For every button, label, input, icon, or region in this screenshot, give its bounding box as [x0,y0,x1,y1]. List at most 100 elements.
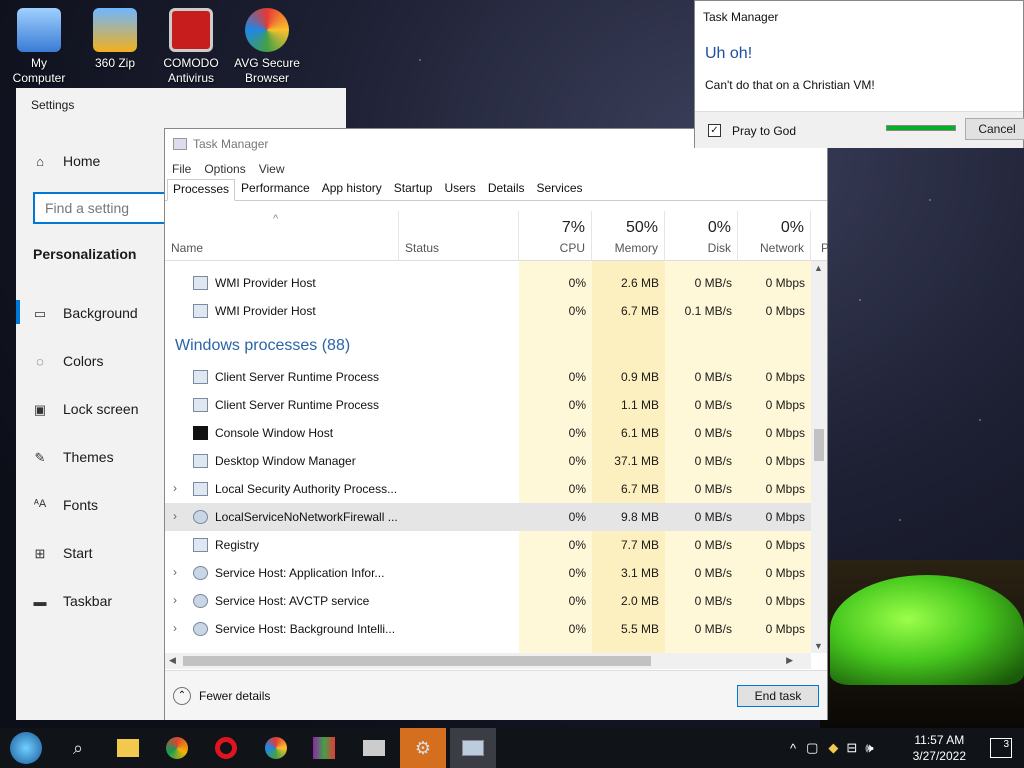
network-icon[interactable]: ⊟ [846,740,857,756]
process-name: Local Security Authority Process... [215,482,398,496]
process-mem-value: 3.1 MB [620,566,659,580]
volume-icon[interactable]: 🕪 [865,740,873,756]
desktop-icon-comodo[interactable]: COMODO Antivirus [152,8,230,86]
process-disk-value: 0 MB/s [694,538,732,552]
desktop-icon-360zip[interactable]: 360 Zip [76,8,154,71]
process-name: Service Host: AVCTP service [215,594,370,608]
expand-chevron-icon[interactable]: › [173,509,177,523]
task-manager-window: Task Manager File Options View Processes… [164,128,829,720]
expand-chevron-icon[interactable]: › [173,565,177,579]
wallpaper-tent [830,575,1024,685]
start-orb-icon [10,732,42,764]
tab-processes[interactable]: Processes [167,179,236,201]
horizontal-scrollbar[interactable]: ◀ ▶ [165,653,811,669]
tray-security-icon[interactable]: ◆ [828,740,838,756]
col-disk[interactable]: 0% Disk [665,211,738,261]
search-button[interactable]: ⌕ [58,732,98,764]
scroll-left-icon[interactable]: ◀ [169,655,176,666]
process-net-value: 0 Mbps [765,622,805,636]
table-row[interactable]: Console Window Host 0% 6.1 MB 0 MB/s 0 Mbps [165,419,811,447]
settings-item-lock-screen[interactable]: ▣ Lock screen [32,396,139,422]
settings-item-themes[interactable]: ✎ Themes [32,444,114,470]
pray-checkbox-label[interactable]: Pray to God [732,124,796,138]
table-row[interactable]: › Service Host: Application Infor... 0% 3.1… [165,559,811,587]
table-row[interactable]: › LocalServiceNoNetworkFirewall ... 0% 9.8 … [165,503,811,531]
hscroll-thumb[interactable] [183,656,651,666]
table-row[interactable]: WMI Provider Host 0% 2.6 MB 0 MB/s 0 Mbps [165,269,811,297]
settings-item-start[interactable]: ⊞ Start [32,540,93,566]
opera-icon [215,737,237,759]
table-row[interactable]: Registry 0% 7.7 MB 0 MB/s 0 Mbps [165,531,811,559]
tab-startup[interactable]: Startup [388,178,439,200]
scroll-up-icon[interactable]: ▲ [814,263,823,273]
picture-icon: ▭ [33,306,47,321]
taskbar-avg-browser[interactable] [256,732,296,764]
end-task-button[interactable]: End task [737,685,819,707]
tab-users[interactable]: Users [438,178,481,200]
process-name: Service Host: Application Infor... [215,566,385,580]
service-gear-icon [193,510,208,524]
task-manager-icon [462,740,484,756]
table-row[interactable]: WMI Provider Host 0% 6.7 MB 0.1 MB/s 0 Mbps [165,297,811,325]
table-row[interactable]: Client Server Runtime Process 0% 1.1 MB 0 M… [165,391,811,419]
expand-chevron-icon[interactable]: › [173,481,177,495]
tab-app-history[interactable]: App history [316,178,388,200]
tm-footer: ⌃ Fewer details End task [165,670,827,720]
table-row[interactable]: › Local Security Authority Process... 0% 6.… [165,475,811,503]
fewer-details-button[interactable]: ⌃ Fewer details [173,687,270,705]
taskbar-printer[interactable] [354,732,394,764]
start-button[interactable] [6,732,46,764]
menu-view[interactable]: View [259,162,285,176]
process-mem-value: 1.1 MB [620,398,659,412]
desktop-icon-avg-browser[interactable]: AVG Secure Browser [228,8,306,86]
process-net-value: 0 Mbps [765,566,805,580]
progress-fill [887,126,955,130]
taskbar-chrome[interactable] [157,732,197,764]
process-window-icon [193,304,208,318]
col-cpu[interactable]: 7% CPU [519,211,592,261]
menu-options[interactable]: Options [204,162,245,176]
menu-file[interactable]: File [172,162,191,176]
settings-search-input[interactable]: Find a setting [33,192,183,224]
chevron-up-icon[interactable]: ^ [790,741,796,756]
settings-item-colors[interactable]: ◌ Colors [32,348,103,374]
expand-chevron-icon[interactable]: › [173,621,177,635]
notification-center-button[interactable]: 3 [990,738,1012,758]
taskbar-task-manager[interactable] [450,728,496,768]
taskbar-explorer[interactable] [108,732,148,764]
table-row[interactable]: Desktop Window Manager 0% 37.1 MB 0 MB/s 0 M… [165,447,811,475]
col-network[interactable]: 0% Network [738,211,811,261]
settings-item-background[interactable]: ▭ Background [32,300,138,326]
vertical-scrollbar[interactable]: ▲ ▼ [811,261,827,653]
col-name[interactable]: ^ Name [165,211,399,261]
col-power[interactable]: P [811,211,829,261]
table-row[interactable]: › Service Host: Background Intelli... 0% 5.… [165,615,811,643]
scroll-right-icon[interactable]: ▶ [786,655,793,666]
tab-performance[interactable]: Performance [235,178,316,200]
themes-icon: ✎ [34,450,46,465]
taskbar-settings[interactable]: ⚙ [400,728,446,768]
tray-app-icon[interactable]: ▢ [806,740,818,756]
scroll-thumb[interactable] [814,429,824,461]
settings-item-fonts[interactable]: ᴬA Fonts [32,492,98,518]
table-row[interactable]: › Service Host: AVCTP service 0% 2.0 MB 0 MB… [165,587,811,615]
process-mem-value: 37.1 MB [614,454,659,468]
settings-home[interactable]: ⌂ Home [32,148,100,174]
taskbar-winrar[interactable] [304,732,344,764]
clock[interactable]: 11:57 AM 3/27/2022 [913,732,966,764]
col-memory[interactable]: 50% Memory [592,211,665,261]
tab-details[interactable]: Details [482,178,531,200]
table-row[interactable]: Client Server Runtime Process 0% 0.9 MB 0 M… [165,363,811,391]
desktop-icon-my-computer[interactable]: My Computer [0,8,78,86]
settings-item-taskbar[interactable]: ▬ Taskbar [32,588,113,614]
process-cpu-value: 0% [568,426,586,440]
pray-checkbox[interactable]: ✓ [708,124,721,137]
cancel-button[interactable]: Cancel [965,118,1024,140]
service-gear-icon [193,622,208,636]
scroll-down-icon[interactable]: ▼ [814,641,823,651]
expand-chevron-icon[interactable]: › [173,593,177,607]
col-status[interactable]: Status [399,211,519,261]
tab-services[interactable]: Services [531,178,589,200]
taskbar-opera[interactable] [206,732,246,764]
console-icon [193,426,208,440]
